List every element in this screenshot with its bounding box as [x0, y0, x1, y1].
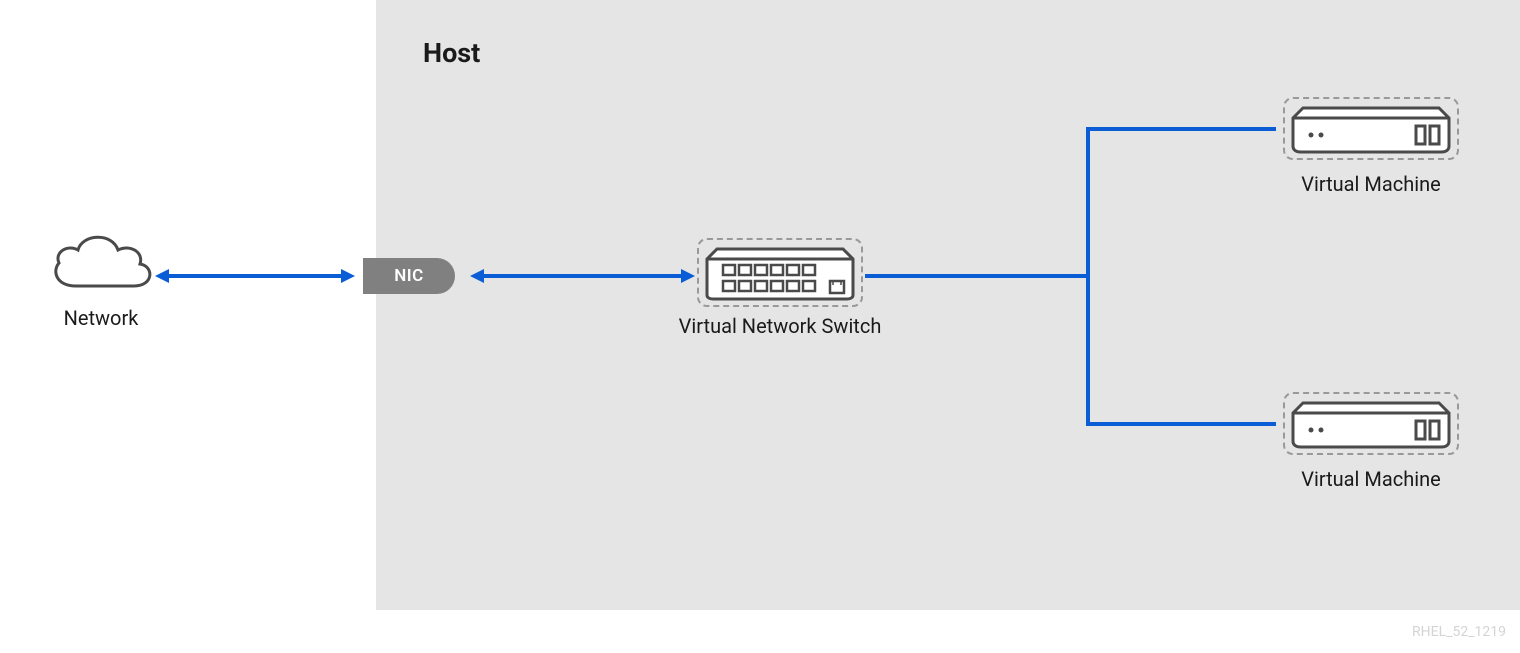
vm2-bubble	[1283, 392, 1459, 455]
cloud-icon	[44, 226, 159, 296]
network-label: Network	[31, 306, 171, 330]
host-container	[376, 0, 1520, 610]
vm1-label: Virtual Machine	[1276, 172, 1466, 196]
vswitch-bubble	[697, 238, 863, 307]
arrow-cloud-nic	[155, 266, 355, 286]
host-label: Host	[423, 37, 480, 69]
conn-trunk	[865, 274, 1090, 278]
vswitch-label: Virtual Network Switch	[640, 314, 920, 338]
nic-node: NIC	[363, 258, 455, 294]
footer-id: RHEL_52_1219	[1412, 624, 1506, 640]
vswitch-node	[695, 238, 865, 311]
vm1-node: Virtual Machine	[1276, 97, 1466, 196]
nic-label: NIC	[394, 266, 424, 286]
switch-icon	[705, 245, 855, 301]
conn-branch-vm2	[1086, 422, 1276, 426]
server-icon	[1291, 399, 1451, 449]
server-icon	[1291, 104, 1451, 154]
conn-vertical	[1086, 127, 1090, 426]
vm1-bubble	[1283, 97, 1459, 160]
vm2-label: Virtual Machine	[1276, 467, 1466, 491]
vm2-node: Virtual Machine	[1276, 392, 1466, 491]
arrow-nic-vswitch	[470, 266, 695, 286]
network-node: Network	[31, 226, 171, 330]
conn-branch-vm1	[1086, 127, 1276, 131]
